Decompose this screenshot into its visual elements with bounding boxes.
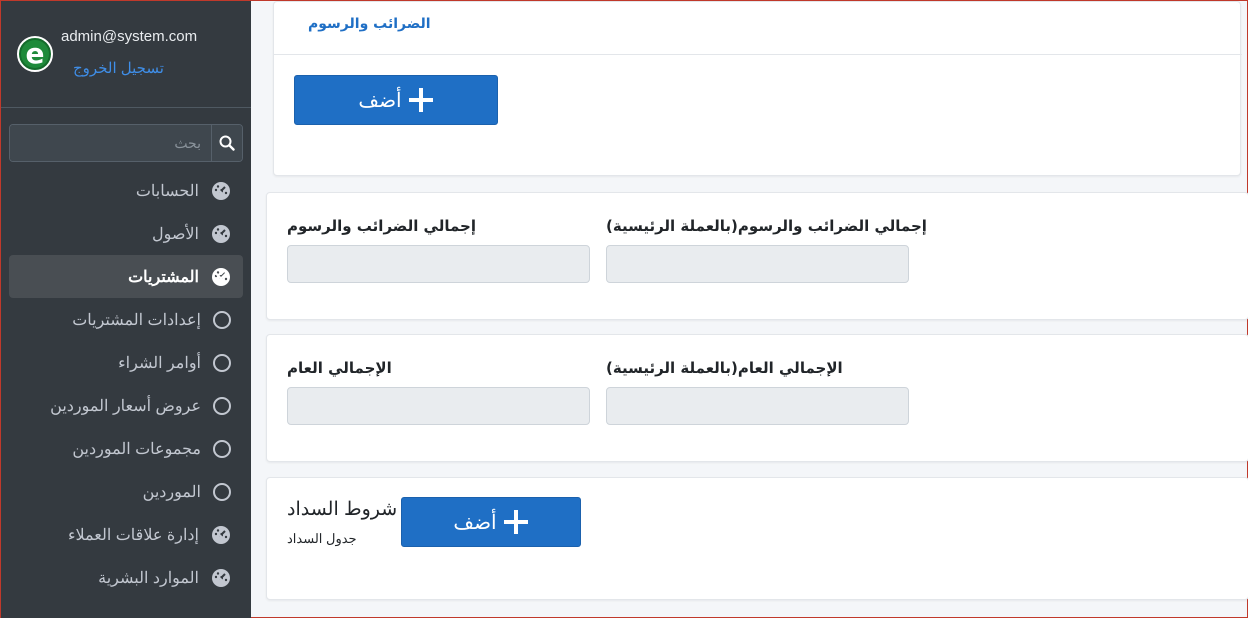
payment-terms-title: شروط السداد	[287, 499, 398, 520]
chevron-left-icon	[216, 527, 225, 541]
sidebar-item-crm[interactable]: إدارة علاقات العملاء	[9, 513, 243, 556]
user-panel: e admin@system.com تسجيل الخروج	[1, 1, 251, 108]
chevron-down-icon	[214, 272, 228, 281]
chevron-left-icon	[216, 226, 225, 240]
chevron-left-icon	[216, 183, 225, 197]
sidebar-item-hr[interactable]: الموارد البشرية	[9, 556, 243, 599]
tax-totals-card: إجمالي الضرائب والرسوم(بالعملة الرئيسية)…	[266, 192, 1248, 320]
grand-total-card: الإجمالي العام(بالعملة الرئيسية) الإجمال…	[266, 334, 1248, 462]
sidebar-item-label: المشتريات	[128, 268, 199, 286]
sidebar-item-accounts[interactable]: الحسابات	[9, 169, 243, 212]
circle-icon	[213, 439, 231, 458]
main-content: الضرائب والرسوم أضف إجمالي الضرائب والرس…	[251, 1, 1248, 618]
circle-icon	[213, 396, 231, 415]
add-tax-button[interactable]: أضف	[294, 75, 498, 125]
add-button-label: أضف	[453, 511, 497, 534]
sidebar-item-label: إدارة علاقات العملاء	[67, 526, 199, 544]
sidebar-item-label: الموردين	[142, 483, 201, 501]
payment-schedule-label: جدول السداد	[287, 531, 357, 546]
search-button[interactable]	[211, 125, 242, 161]
total-taxes-base-currency-label: إجمالي الضرائب والرسوم(بالعملة الرئيسية)	[606, 217, 927, 235]
total-taxes-label: إجمالي الضرائب والرسوم	[287, 217, 477, 235]
search-icon	[219, 135, 235, 151]
grand-total-base-currency-label: الإجمالي العام(بالعملة الرئيسية)	[606, 359, 843, 377]
add-button-label: أضف	[358, 89, 402, 112]
sidebar-item-label: الحسابات	[135, 182, 199, 200]
user-email: admin@system.com	[61, 28, 198, 45]
app-logo: e	[17, 36, 53, 72]
sidebar-item-supplier-quotations[interactable]: عروض أسعار الموردين	[9, 384, 243, 427]
sidebar-item-label: الموارد البشرية	[98, 569, 199, 587]
total-taxes-field	[287, 245, 590, 283]
add-payment-term-button[interactable]: أضف	[401, 497, 581, 547]
sidebar: e admin@system.com تسجيل الخروج الحسابات…	[1, 1, 251, 618]
sidebar-item-label: الأصول	[151, 225, 199, 243]
grand-total-field	[287, 387, 590, 425]
sidebar-search	[9, 124, 243, 162]
sidebar-item-suppliers[interactable]: الموردين	[9, 470, 243, 513]
circle-icon	[213, 310, 231, 329]
sidebar-item-assets[interactable]: الأصول	[9, 212, 243, 255]
circle-icon	[213, 482, 231, 501]
grand-total-label: الإجمالي العام	[287, 359, 392, 377]
search-input[interactable]	[10, 125, 211, 161]
tab-taxes-and-charges[interactable]: الضرائب والرسوم	[308, 16, 431, 32]
sidebar-item-label: مجموعات الموردين	[72, 440, 201, 458]
plus-icon	[503, 510, 528, 534]
chevron-left-icon	[216, 570, 225, 584]
divider	[274, 54, 1242, 55]
plus-icon	[408, 88, 433, 112]
sidebar-item-label: أوامر الشراء	[118, 354, 201, 372]
sidebar-item-purchases[interactable]: المشتريات	[9, 255, 243, 298]
sidebar-item-purchase-settings[interactable]: إعدادات المشتريات	[9, 298, 243, 341]
sidebar-item-label: إعدادات المشتريات	[72, 311, 201, 329]
circle-icon	[213, 353, 231, 372]
payment-terms-card: شروط السداد جدول السداد أضف	[266, 477, 1248, 600]
sidebar-nav: الحسابات الأصول المشتريات إعدادات المشتر…	[9, 169, 243, 599]
total-taxes-base-currency-field	[606, 245, 909, 283]
sidebar-item-label: عروض أسعار الموردين	[50, 397, 201, 415]
logout-link[interactable]: تسجيل الخروج	[73, 59, 164, 77]
grand-total-base-currency-field	[606, 387, 909, 425]
sidebar-item-supplier-groups[interactable]: مجموعات الموردين	[9, 427, 243, 470]
sidebar-item-purchase-orders[interactable]: أوامر الشراء	[9, 341, 243, 384]
taxes-card: الضرائب والرسوم أضف	[273, 1, 1242, 176]
